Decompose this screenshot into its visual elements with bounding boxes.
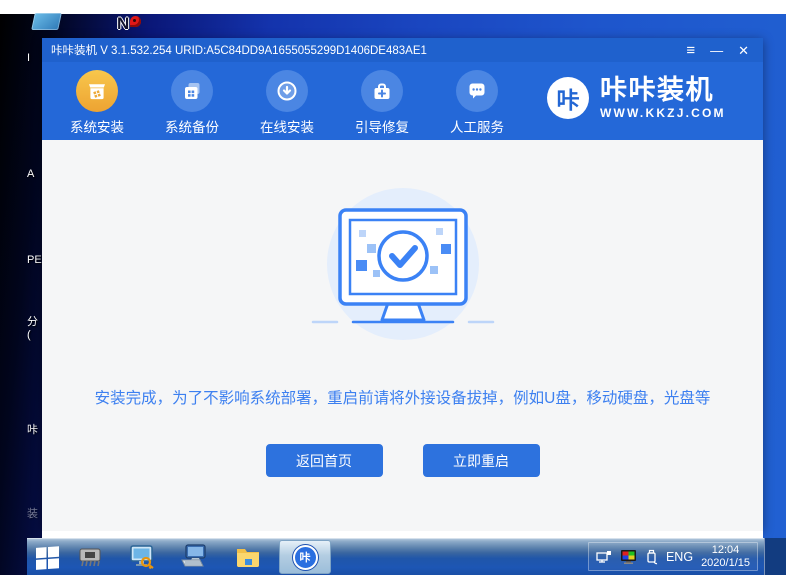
brand-badge-icon: 咔 <box>547 77 589 119</box>
desktop-label: 分 <box>27 316 38 328</box>
main-nav: 系统安装 系统备份 在线安装 引导修复 人工服务 咔 咔咔装机 WWW.KKZJ… <box>42 62 763 140</box>
online-install-icon <box>266 70 308 112</box>
window-controls: ≡ — ✕ <box>686 43 749 58</box>
restart-now-button[interactable]: 立即重启 <box>422 444 540 477</box>
taskbar-item-display-key-tool[interactable] <box>127 544 157 570</box>
nav-item-online-install[interactable]: 在线安装 <box>252 70 322 136</box>
back-home-button[interactable]: 返回首页 <box>265 444 383 477</box>
desktop-label: A <box>27 168 35 180</box>
brand-logo: 咔 咔咔装机 WWW.KKZJ.COM <box>547 76 726 120</box>
desktop-label: I <box>27 52 31 64</box>
nav-item-manual-service[interactable]: 人工服务 <box>442 70 512 136</box>
nav-item-boot-repair[interactable]: 引导修复 <box>347 70 417 136</box>
boot-repair-icon <box>361 70 403 112</box>
taskbar-item-file-explorer[interactable] <box>233 544 263 570</box>
network-icon[interactable] <box>596 550 612 564</box>
kaka-installer-window: 咔咔装机 V 3.1.532.254 URID:A5C84DD9A1655055… <box>42 38 763 531</box>
screen: N I A PE 分 ( 咔 装 咔咔装机 V 3.1.532.254 URID… <box>0 0 798 581</box>
minimize-icon[interactable]: — <box>710 44 723 57</box>
taskbar: 咔 ENG 12:04 2020/1/15 <box>27 538 786 575</box>
nav-item-system-install[interactable]: 系统安装 <box>62 70 132 136</box>
start-button[interactable] <box>34 543 61 570</box>
chip-icon <box>79 548 101 567</box>
window-titlebar[interactable]: 咔咔装机 V 3.1.532.254 URID:A5C84DD9A1655055… <box>42 38 763 62</box>
nav-label: 引导修复 <box>355 120 409 135</box>
display-settings-icon[interactable] <box>620 549 637 564</box>
desktop-folder-icon[interactable] <box>31 13 62 30</box>
clock[interactable]: 12:04 2020/1/15 <box>701 544 750 570</box>
action-buttons: 返回首页 立即重启 <box>42 444 763 477</box>
nav-label: 系统安装 <box>70 120 124 135</box>
success-illustration <box>311 188 494 340</box>
network-key-glyph: N <box>117 14 130 33</box>
tray-time: 12:04 <box>711 543 740 556</box>
brand-name: 咔咔装机 <box>600 75 714 105</box>
tray-date: 2020/1/15 <box>701 556 750 569</box>
nav-label: 系统备份 <box>165 120 219 135</box>
system-install-icon <box>76 70 118 112</box>
window-bottom-gap <box>42 531 763 538</box>
nav-label: 人工服务 <box>450 120 504 135</box>
window-title: 咔咔装机 V 3.1.532.254 URID:A5C84DD9A1655055… <box>51 45 427 57</box>
folder-icon <box>237 549 259 567</box>
windows-logo-icon <box>36 546 59 570</box>
completion-message: 安装完成，为了不影响系统部署，重启前请将外接设备拔掉，例如U盘，移动硬盘，光盘等 <box>94 390 711 407</box>
network-key-icon[interactable]: N <box>117 14 145 36</box>
desktop-label: 咔 <box>27 424 38 436</box>
brand-website: WWW.KKZJ.COM <box>600 106 726 120</box>
monitor-key-icon <box>130 545 154 570</box>
manual-service-icon <box>456 70 498 112</box>
kaka-app-icon: 咔 <box>292 544 318 570</box>
desktop-label: PE <box>27 254 42 266</box>
menu-icon[interactable]: ≡ <box>686 43 695 58</box>
keyboard-monitor-icon <box>181 544 206 567</box>
usb-eject-icon[interactable] <box>645 549 658 565</box>
system-tray: ENG 12:04 2020/1/15 <box>587 542 758 571</box>
taskbar-item-chip-tool[interactable] <box>75 544 105 570</box>
taskbar-item-kaka-installer[interactable]: 咔 <box>279 540 331 574</box>
red-key-icon <box>130 16 141 27</box>
desktop-label: 装 <box>27 508 38 520</box>
taskbar-item-keyboard-tool[interactable] <box>179 544 209 570</box>
language-indicator[interactable]: ENG <box>666 550 693 564</box>
content-area: 安装完成，为了不影响系统部署，重启前请将外接设备拔掉，例如U盘，移动硬盘，光盘等… <box>42 140 763 531</box>
show-desktop-button[interactable] <box>764 538 786 575</box>
close-icon[interactable]: ✕ <box>738 44 749 57</box>
nav-item-system-backup[interactable]: 系统备份 <box>157 70 227 136</box>
system-backup-icon <box>171 70 213 112</box>
nav-label: 在线安装 <box>260 120 314 135</box>
desktop-label: ( <box>27 329 31 341</box>
